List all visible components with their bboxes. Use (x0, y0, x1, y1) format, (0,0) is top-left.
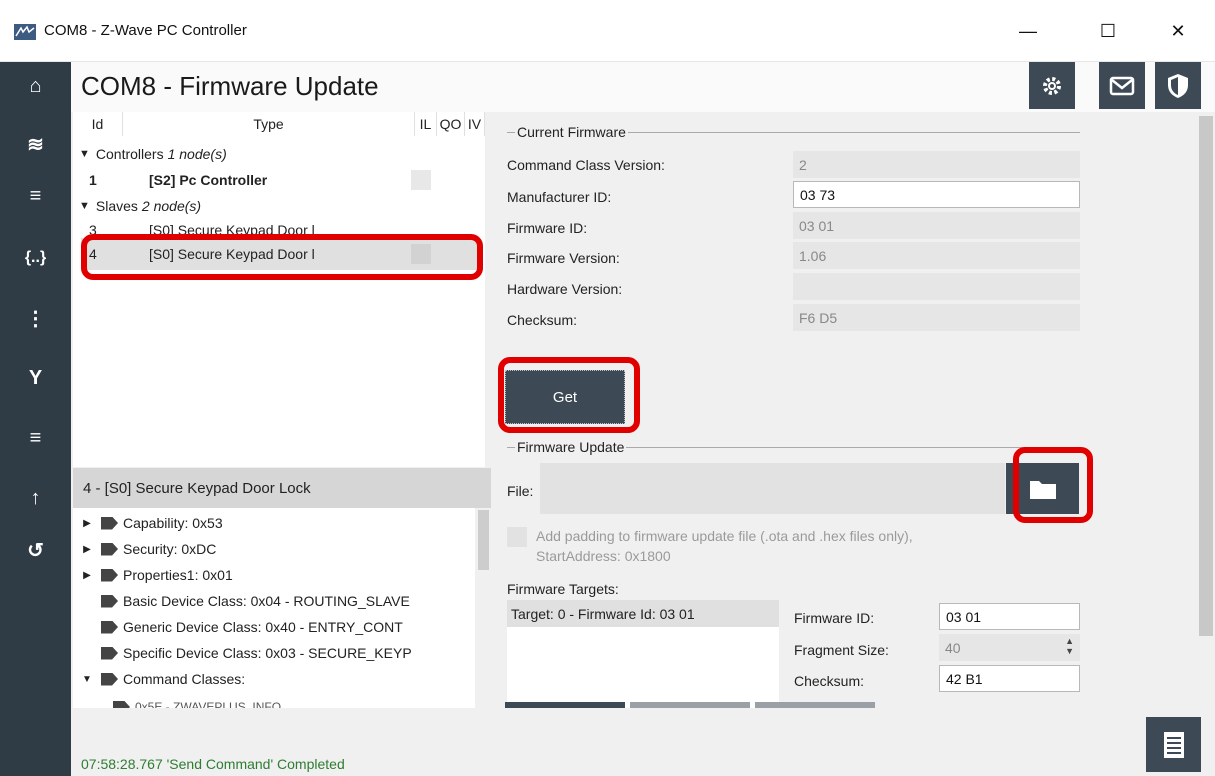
chevron-right-icon: ▶ (83, 543, 91, 555)
firmware-id-field: 03 01 (793, 212, 1080, 239)
node-list: Id Type IL QO IV ▼ Controllers 1 node(s)… (73, 112, 485, 467)
highlight-browse (1013, 447, 1093, 523)
padding-label: Add padding to firmware update file (.ot… (536, 528, 913, 564)
page-title: COM8 - Firmware Update (81, 71, 379, 101)
details-scroll-thumb[interactable] (478, 510, 489, 570)
firmware-update-title: Firmware Update (515, 439, 627, 455)
list-item[interactable]: Target: 0 - Firmware Id: 03 01 (507, 600, 779, 627)
tree-item: Generic Device Class: 0x40 - ENTRY_CONT (73, 614, 403, 640)
close-button[interactable]: ✕ (1150, 14, 1206, 48)
chevron-right-icon: ▶ (83, 517, 91, 529)
command-class-version-field: 2 (793, 151, 1080, 178)
fragment-size-stepper[interactable]: 40 ▲ ▼ (939, 634, 1080, 661)
upload-icon[interactable]: ↑ (0, 478, 71, 518)
tag-icon (101, 620, 118, 634)
padding-checkbox[interactable] (507, 527, 527, 547)
targets-label: Firmware Targets: (507, 581, 619, 597)
braces-icon[interactable]: {..} (0, 238, 71, 278)
qo-checkbox[interactable] (411, 170, 431, 190)
hardware-version-field (793, 273, 1080, 300)
target-checksum-field[interactable]: 42 B1 (939, 665, 1080, 692)
highlight-node-4 (81, 234, 483, 280)
target-firmware-id-field[interactable]: 03 01 (939, 603, 1080, 630)
messages-button[interactable] (1099, 62, 1145, 109)
tag-icon (101, 646, 118, 660)
chevron-down-icon: ▼ (82, 673, 92, 685)
targets-list[interactable]: Target: 0 - Firmware Id: 03 01 (507, 600, 779, 708)
tag-icon (101, 568, 118, 582)
details-header: 4 - [S0] Secure Keypad Door Lock (73, 468, 493, 508)
tree-item[interactable]: ▼ Command Classes: (73, 666, 245, 692)
minimize-button[interactable]: — (1000, 14, 1056, 48)
home-icon[interactable]: ⌂ (0, 66, 71, 106)
details-tree: ▶ Capability: 0x53 ▶ Security: 0xDC ▶ Prope… (73, 508, 475, 708)
settings-button[interactable] (1029, 62, 1075, 109)
tree-item: Basic Device Class: 0x04 - ROUTING_SLAVE (73, 588, 410, 614)
window-title: COM8 - Z-Wave PC Controller (44, 22, 247, 39)
tag-icon (101, 542, 118, 556)
column-id[interactable]: Id (73, 112, 123, 136)
mail-icon (1109, 76, 1135, 95)
tree-item[interactable]: ▶ Security: 0xDC (73, 536, 216, 562)
fork-icon[interactable]: Y (0, 358, 71, 398)
status-bar: 07:58:28.767 'Send Command' Completed (71, 708, 1215, 776)
page-header: COM8 - Firmware Update (71, 62, 1215, 112)
queue-icon[interactable]: ≡ (0, 418, 71, 458)
file-path-field[interactable] (540, 463, 1005, 514)
chevron-down-icon: ▼ (79, 148, 90, 160)
firmware-version-field: 1.06 (793, 242, 1080, 269)
history-icon[interactable]: ↺ (0, 530, 71, 570)
title-bar: COM8 - Z-Wave PC Controller — ☐ ✕ (0, 0, 1215, 62)
maximize-button[interactable]: ☐ (1080, 14, 1136, 48)
gear-icon (1043, 76, 1061, 95)
shield-icon (1168, 73, 1188, 98)
checklist-icon[interactable]: ≡ (0, 176, 71, 216)
column-iv[interactable]: IV (465, 112, 485, 136)
checksum-field: F6 D5 (793, 304, 1080, 331)
left-nav: ⌂ ≋ ≡ {..} ⋮ Y ≡ ↑ ↺ (0, 62, 71, 776)
network-icon[interactable]: ≋ (0, 124, 71, 164)
highlight-get (498, 357, 640, 433)
table-row[interactable]: 1 [S2] Pc Controller ✓ (73, 168, 485, 192)
group-controllers[interactable]: ▼ Controllers 1 node(s) (73, 142, 485, 166)
tag-icon (113, 700, 130, 708)
column-type[interactable]: Type (123, 112, 415, 136)
log-button[interactable] (1146, 717, 1201, 772)
chevron-down-icon: ▼ (79, 200, 90, 212)
tree-item[interactable]: 0x5E - ZWAVEPLUS_INFO (113, 694, 281, 708)
group-slaves[interactable]: ▼ Slaves 2 node(s) (73, 194, 485, 218)
app-icon (14, 24, 36, 40)
security-button[interactable] (1155, 62, 1201, 109)
tree-item[interactable]: ▶ Properties1: 0x01 (73, 562, 233, 588)
tag-icon (101, 594, 118, 608)
manufacturer-id-field[interactable]: 03 73 (793, 181, 1080, 208)
table-row[interactable]: 3 [S0] Secure Keypad Door l (73, 218, 485, 234)
tag-icon (101, 516, 118, 530)
tree-item: Specific Device Class: 0x03 - SECURE_KEY… (73, 640, 412, 666)
tag-icon (101, 672, 118, 686)
status-message: 07:58:28.767 'Send Command' Completed (81, 756, 345, 772)
tree-item[interactable]: ▶ Capability: 0x53 (73, 510, 222, 536)
tree-icon[interactable]: ⋮ (0, 298, 71, 338)
column-il[interactable]: IL (415, 112, 437, 136)
column-qo[interactable]: QO (437, 112, 465, 136)
spinner-icon[interactable]: ▲ ▼ (1065, 636, 1074, 656)
current-firmware-title: Current Firmware (515, 124, 628, 140)
document-icon (1163, 731, 1184, 758)
right-scroll-thumb[interactable] (1199, 116, 1213, 636)
chevron-right-icon: ▶ (83, 569, 91, 581)
